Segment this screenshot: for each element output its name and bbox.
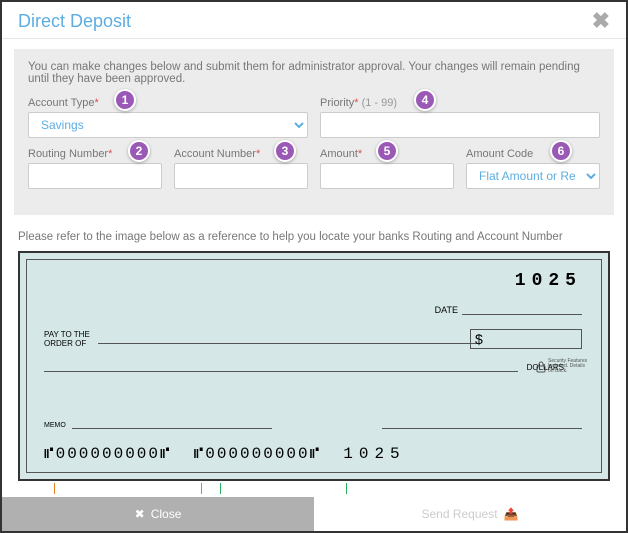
modal-title: Direct Deposit	[18, 11, 131, 32]
amount-input[interactable]	[320, 163, 454, 189]
sample-check: 1025 DATE PAY TO THEORDER OF $ DOLLARS S…	[18, 251, 610, 481]
micr-line: ⑈000000000⑈ ⑈000000000⑈ 1025	[44, 445, 406, 463]
amount-code-group: Amount Code Flat Amount or Remainin 6	[466, 148, 600, 189]
memo-label: MEMO	[44, 422, 66, 429]
form-panel: You can make changes below and submit th…	[14, 49, 614, 215]
account-number-label: Account Number*	[174, 148, 308, 160]
amount-group: Amount* 5	[320, 148, 454, 189]
close-icon[interactable]: ✖	[592, 10, 610, 32]
account-type-label: Account Type*	[28, 97, 308, 109]
check-image-wrap: 1025 DATE PAY TO THEORDER OF $ DOLLARS S…	[14, 251, 614, 494]
dollar-box: $	[470, 329, 582, 349]
routing-number-label: Routing Number*	[28, 148, 162, 160]
account-type-select[interactable]: Savings	[28, 112, 308, 138]
micr-checknum: 1025	[343, 445, 405, 463]
micr-routing: ⑈000000000⑈	[44, 445, 172, 463]
account-number-group: Account Number* 3	[174, 148, 308, 189]
priority-input[interactable]	[320, 112, 600, 138]
check-date-line: DATE	[435, 305, 582, 315]
send-icon: 📤	[504, 507, 519, 521]
reference-text: Please refer to the image below as a ref…	[18, 231, 614, 243]
lock-icon: Security Features Included. Details on B…	[536, 359, 588, 374]
modal-header: Direct Deposit ✖	[2, 2, 626, 39]
account-number-input[interactable]	[174, 163, 308, 189]
amount-code-select[interactable]: Flat Amount or Remainin	[466, 163, 600, 189]
amount-code-label: Amount Code	[466, 148, 600, 160]
check-number: 1025	[515, 271, 582, 291]
micr-account: ⑈000000000⑈	[194, 445, 322, 463]
routing-number-input[interactable]	[28, 163, 162, 189]
account-type-group: Account Type* Savings 1	[28, 97, 308, 138]
instructions-text: You can make changes below and submit th…	[28, 61, 600, 85]
direct-deposit-modal: Direct Deposit ✖ You can make changes be…	[2, 2, 626, 531]
bracket-annotations: Routing Number Account Number	[18, 483, 610, 494]
pay-to-order-label: PAY TO THEORDER OF	[44, 331, 90, 349]
routing-number-group: Routing Number* 2	[28, 148, 162, 189]
send-request-button[interactable]: Send Request 📤	[314, 497, 626, 531]
modal-body-scroll[interactable]: You can make changes below and submit th…	[2, 39, 626, 494]
amount-label: Amount*	[320, 148, 454, 160]
priority-group: Priority* (1 - 99) 4	[320, 97, 600, 138]
close-button[interactable]: ✖ Close	[2, 497, 314, 531]
routing-bracket	[54, 483, 202, 494]
modal-footer: ✖ Close Send Request 📤	[2, 497, 626, 531]
x-icon: ✖	[135, 507, 145, 521]
priority-label: Priority* (1 - 99)	[320, 97, 600, 109]
account-bracket	[220, 483, 347, 494]
